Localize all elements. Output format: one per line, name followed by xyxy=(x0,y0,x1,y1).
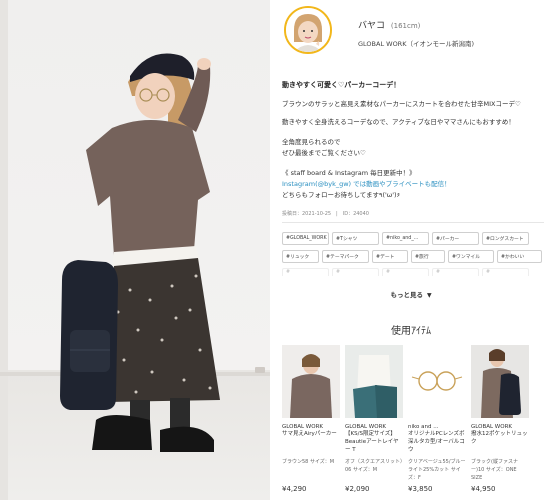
glasses-thumbnail xyxy=(408,345,466,418)
item-detail: オフ（スクエアスリット）06 サイズ：M xyxy=(345,459,403,473)
hashtag-chip[interactable]: #Tシャツ xyxy=(332,232,379,245)
item-thumbnail[interactable] xyxy=(408,345,466,418)
item-price: ¥4,290 xyxy=(282,485,307,493)
post-description-line: ブラウンのサラッと高見え素材なパーカーにスカートを合わせた甘辛MIXコーデ♡ xyxy=(282,100,521,108)
tag-row: #リュック #テーマパーク #デート #旅行 #ワンマイル #かわいい xyxy=(282,250,544,263)
item-name[interactable]: 撥水12ポケットリュック xyxy=(471,430,529,454)
used-item-card[interactable]: GLOBAL WORK 【KS/S限定サイズ】Beautieアートレイヤー T … xyxy=(345,345,403,493)
staff-name-text[interactable]: バヤコ xyxy=(358,21,385,31)
item-detail: クリアベージュ55/ブルーライト25%カット サイズ：F xyxy=(408,459,466,481)
item-price: ¥4,950 xyxy=(471,485,496,493)
hashtag-chip[interactable]: #リュック xyxy=(282,250,319,263)
hashtag-chip: # xyxy=(332,268,379,276)
staff-avatar-illustration xyxy=(286,8,330,52)
show-more-button[interactable]: もっと見る ▼ xyxy=(272,289,550,299)
staff-avatar[interactable] xyxy=(284,6,332,54)
coordinate-detail-panel: バヤコ (161cm) GLOBAL WORK（イオンモール新潟南) 動きやすく… xyxy=(272,0,550,500)
divider xyxy=(282,222,544,223)
item-thumbnail[interactable] xyxy=(345,345,403,418)
tshirt-thumbnail xyxy=(345,345,403,418)
used-item-card[interactable]: GLOBAL WORK サマ見えAiryパーカー ブラウン58 サイズ：M ¥4… xyxy=(282,345,340,493)
hashtag-chip[interactable]: #かわいい xyxy=(497,250,542,263)
backpack-thumbnail xyxy=(471,345,529,418)
post-description-line: 全角度見られるので xyxy=(282,138,341,146)
hashtag-chip: # xyxy=(382,268,429,276)
post-description-line: 動きやすく全身洗えるコーデなので、アクティブな日やママさんにもおすすめ！ xyxy=(282,118,515,126)
hashtag-chip[interactable]: #ワンマイル xyxy=(448,250,494,263)
show-more-label[interactable]: もっと見る xyxy=(390,291,423,299)
hashtag-chip[interactable]: #niko_and_... xyxy=(382,232,429,245)
tag-row: #GLOBAL_WORK #Tシャツ #niko_and_... #パーカー #… xyxy=(282,232,544,245)
hashtag-chip: # xyxy=(282,268,329,276)
outfit-photo xyxy=(0,0,270,500)
item-thumbnail[interactable] xyxy=(282,345,340,418)
model-figure xyxy=(60,53,220,452)
tag-row-faded: # # # # # xyxy=(282,268,544,276)
item-price: ¥3,850 xyxy=(408,485,433,493)
used-item-card[interactable]: GLOBAL WORK 撥水12ポケットリュック ブラック(縦ファスナー)10 … xyxy=(471,345,529,493)
staff-height: (161cm) xyxy=(390,22,421,30)
post-title: 動きやすく可愛く♡パーカーコーデ！ xyxy=(282,81,401,89)
used-items-heading: 使用ｱｲﾃﾑ xyxy=(391,326,431,337)
item-price: ¥2,090 xyxy=(345,485,370,493)
staff-board-notice: 《 staff board & Instagram 毎日更新中！》 xyxy=(282,169,416,177)
hoodie-thumbnail xyxy=(282,345,340,418)
hashtag-chip[interactable]: #パーカー xyxy=(432,232,479,245)
post-description-line: ぜひ最後までご覧ください♡ xyxy=(282,149,366,157)
item-detail: ブラウン58 サイズ：M xyxy=(282,459,335,465)
item-name[interactable]: 【KS/S限定サイズ】Beautieアートレイヤー T xyxy=(345,430,403,454)
hashtag-chip[interactable]: #テーマパーク xyxy=(322,250,369,263)
used-item-card[interactable]: niko and ... オリジナルPCレンズボ 深ルタカ型/オーバルコウ クリ… xyxy=(408,345,466,493)
hashtag-chip: # xyxy=(482,268,529,276)
hashtag-chip[interactable]: #旅行 xyxy=(411,250,445,263)
hashtag-chip[interactable]: #デート xyxy=(372,250,408,263)
hashtag-chip: # xyxy=(432,268,479,276)
item-name[interactable]: サマ見えAiryパーカー xyxy=(282,430,340,454)
caret-down-icon[interactable]: ▼ xyxy=(427,292,432,299)
hashtag-list: #GLOBAL_WORK #Tシャツ #niko_and_... #パーカー #… xyxy=(282,232,544,281)
hashtag-chip[interactable]: #GLOBAL_WORK xyxy=(282,232,329,245)
staff-name[interactable]: バヤコ (161cm) xyxy=(358,18,420,31)
staff-shop: GLOBAL WORK（イオンモール新潟南) xyxy=(358,40,474,48)
post-meta: 投稿日：2021-10-25 | ID：24040 xyxy=(282,211,369,217)
instagram-link[interactable]: Instagram(@byk_gw) では動画やプライベートも配信！ xyxy=(282,178,451,188)
item-thumbnail[interactable] xyxy=(471,345,529,418)
follow-message: どちらもフォローお待ちしてます٩('ω')۶ xyxy=(282,191,401,199)
item-detail: ブラック(縦ファスナー)10 サイズ：ONE SIZE xyxy=(471,459,518,481)
hashtag-chip[interactable]: #ロングスカート xyxy=(482,232,529,245)
item-name[interactable]: オリジナルPCレンズボ 深ルタカ型/オーバルコウ xyxy=(408,430,466,454)
